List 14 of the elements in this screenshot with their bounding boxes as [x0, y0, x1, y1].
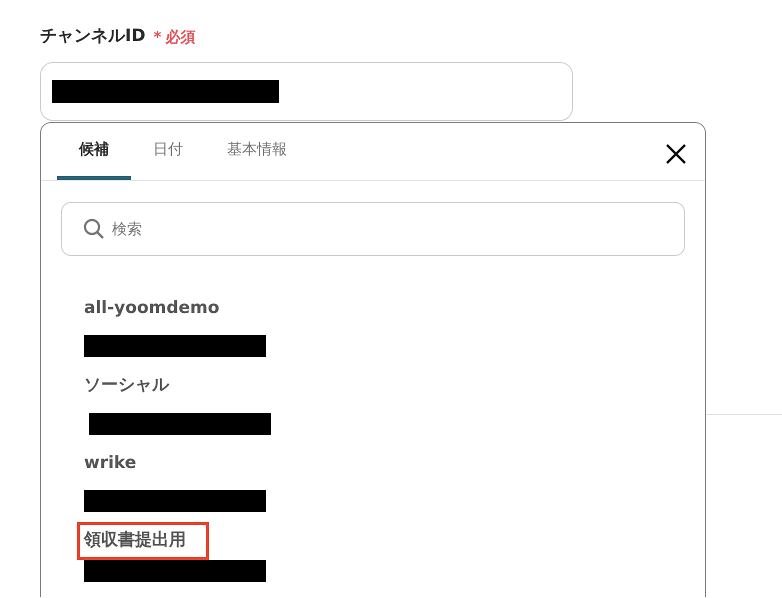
close-icon[interactable]: [665, 142, 687, 164]
option-name[interactable]: wrike: [77, 444, 144, 482]
search-icon: [83, 218, 105, 240]
tab[interactable]: 候補: [57, 122, 131, 180]
required-mark: *: [153, 26, 162, 48]
tab[interactable]: 基本情報: [205, 122, 309, 180]
required-text: 必須: [165, 26, 196, 48]
tab[interactable]: 日付: [131, 122, 205, 180]
input-field[interactable]: [40, 62, 573, 120]
option-name[interactable]: ソーシャル: [77, 367, 176, 404]
field-label: チャンネルID: [40, 25, 146, 48]
search-field[interactable]: 検索: [61, 202, 685, 256]
option-name[interactable]: all-yoomdemo: [77, 290, 226, 327]
option-name[interactable]: 領収書提出用: [77, 522, 209, 560]
